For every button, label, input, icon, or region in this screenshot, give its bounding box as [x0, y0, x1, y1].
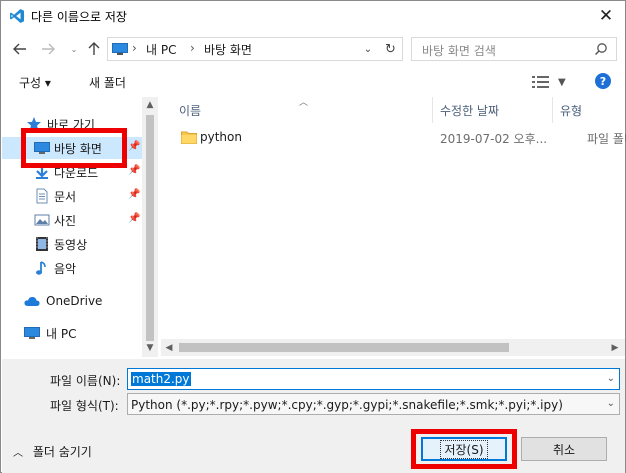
file-type: 파일 폴더 [587, 132, 626, 146]
computer-icon [112, 43, 128, 55]
search-box[interactable]: 바탕 화면 검색 [411, 37, 617, 61]
address-dropdown-chevron-down-icon[interactable]: ⌄ [357, 38, 379, 60]
recent-locations-chevron-down-icon[interactable]: ⌄ [65, 39, 83, 59]
chevron-up-icon: ︿ [13, 448, 23, 459]
video-icon [36, 237, 48, 251]
address-segment-desktop[interactable]: 바탕 화면 [204, 41, 252, 58]
sidebar-item-this-pc[interactable]: 내 PC [2, 322, 142, 344]
back-icon[interactable] [11, 39, 29, 59]
scroll-down-icon[interactable]: ▼ [142, 340, 158, 356]
hide-folders-label: 폴더 숨기기 [32, 445, 92, 459]
pin-icon: 📌 [128, 189, 141, 200]
column-header-type[interactable]: 유형 [560, 97, 582, 123]
address-segment-pc[interactable]: 내 PC [146, 41, 176, 58]
cancel-button-label: 취소 [552, 442, 576, 457]
new-folder-button[interactable]: 새 폴더 [89, 74, 126, 91]
forward-icon[interactable] [39, 39, 57, 59]
filename-field[interactable]: math2.py ⌄ [127, 368, 620, 390]
sidebar-item-label: 동영상 [54, 237, 88, 252]
address-separator-icon: › [190, 41, 195, 55]
sidebar-item-onedrive[interactable]: OneDrive [2, 290, 142, 312]
pictures-icon [34, 214, 50, 226]
file-name: python [200, 130, 242, 144]
search-icon [594, 43, 607, 56]
sidebar-item-label: OneDrive [46, 294, 103, 308]
up-icon[interactable] [85, 39, 103, 59]
file-modified: 2019-07-02 오후... [440, 132, 548, 146]
sidebar-item-label: 음악 [54, 261, 77, 276]
music-icon [36, 261, 46, 275]
filename-chevron-down-icon[interactable]: ⌄ [607, 373, 615, 384]
navigation-scrollbar[interactable]: ▲ ▼ [142, 97, 158, 357]
column-divider[interactable] [432, 97, 433, 123]
sidebar-item-label: 문서 [54, 189, 77, 204]
sort-ascending-icon: ︿ [299, 98, 309, 108]
hide-folders-button[interactable]: ︿ 폴더 숨기기 [13, 443, 92, 460]
list-item[interactable]: python 2019-07-02 오후... 파일 폴더 [167, 127, 626, 149]
close-icon[interactable]: ✕ [587, 1, 625, 31]
filetype-chevron-down-icon[interactable]: ⌄ [607, 398, 615, 409]
column-header-modified[interactable]: 수정한 날짜 [440, 97, 499, 123]
horizontal-scrollbar[interactable]: ◀ ▶ [161, 339, 625, 356]
save-as-dialog: 다른 이름으로 저장 ✕ ⌄ › 내 PC › 바탕 화면 ⌄ ↻ 바탕 화면 … [0, 0, 626, 473]
highlight-box [21, 128, 127, 168]
folder-icon [181, 131, 197, 144]
filetype-label: 파일 형식(T): [50, 399, 119, 413]
help-icon[interactable]: ? [595, 73, 611, 89]
scroll-right-icon[interactable]: ▶ [607, 339, 623, 356]
scroll-left-icon[interactable]: ◀ [161, 339, 177, 356]
cancel-button[interactable]: 취소 [521, 437, 607, 461]
vscode-icon [10, 9, 24, 23]
sidebar-item-label: 내 PC [46, 326, 77, 341]
dialog-title: 다른 이름으로 저장 [31, 10, 127, 24]
pin-icon: 📌 [128, 165, 141, 176]
column-header-name[interactable]: 이름 [179, 97, 201, 123]
cloud-icon [24, 296, 40, 306]
file-list: ︿ 이름 수정한 날짜 유형 python 2019-07-02 오후... 파… [161, 97, 626, 357]
pin-icon: 📌 [128, 213, 141, 224]
scrollbar-thumb[interactable] [146, 115, 154, 341]
list-view-icon [532, 76, 549, 88]
scrollbar-thumb[interactable] [179, 343, 509, 352]
sidebar-item-videos[interactable]: 동영상 [2, 233, 142, 255]
view-options-button[interactable]: ▼ [532, 73, 568, 91]
filename-label: 파일 이름(N): [50, 374, 121, 388]
sidebar-item-pictures[interactable]: 사진 📌 [2, 209, 142, 231]
column-divider[interactable] [552, 97, 553, 123]
scroll-up-icon[interactable]: ▲ [142, 97, 158, 113]
pin-icon: 📌 [128, 141, 141, 152]
filetype-value: Python (*.py;*.rpy;*.pyw;*.cpy;*.gyp;*.g… [131, 398, 563, 412]
title-bar: 다른 이름으로 저장 ✕ [1, 1, 625, 31]
filename-value: math2.py [131, 372, 191, 386]
refresh-icon[interactable]: ↻ [379, 37, 403, 61]
filetype-select[interactable]: Python (*.py;*.rpy;*.pyw;*.cpy;*.gyp;*.g… [127, 393, 620, 415]
computer-icon [24, 327, 40, 339]
sidebar-item-music[interactable]: 음악 [2, 257, 142, 279]
sidebar-item-label: 사진 [54, 213, 77, 228]
view-chevron-down-icon: ▼ [558, 76, 566, 88]
highlight-box [411, 429, 517, 469]
search-placeholder: 바탕 화면 검색 [422, 44, 496, 58]
document-icon [36, 188, 48, 204]
address-separator-icon: › [132, 41, 137, 55]
organize-button[interactable]: 구성 ▾ [19, 74, 51, 91]
sidebar-item-documents[interactable]: 문서 📌 [2, 185, 142, 207]
